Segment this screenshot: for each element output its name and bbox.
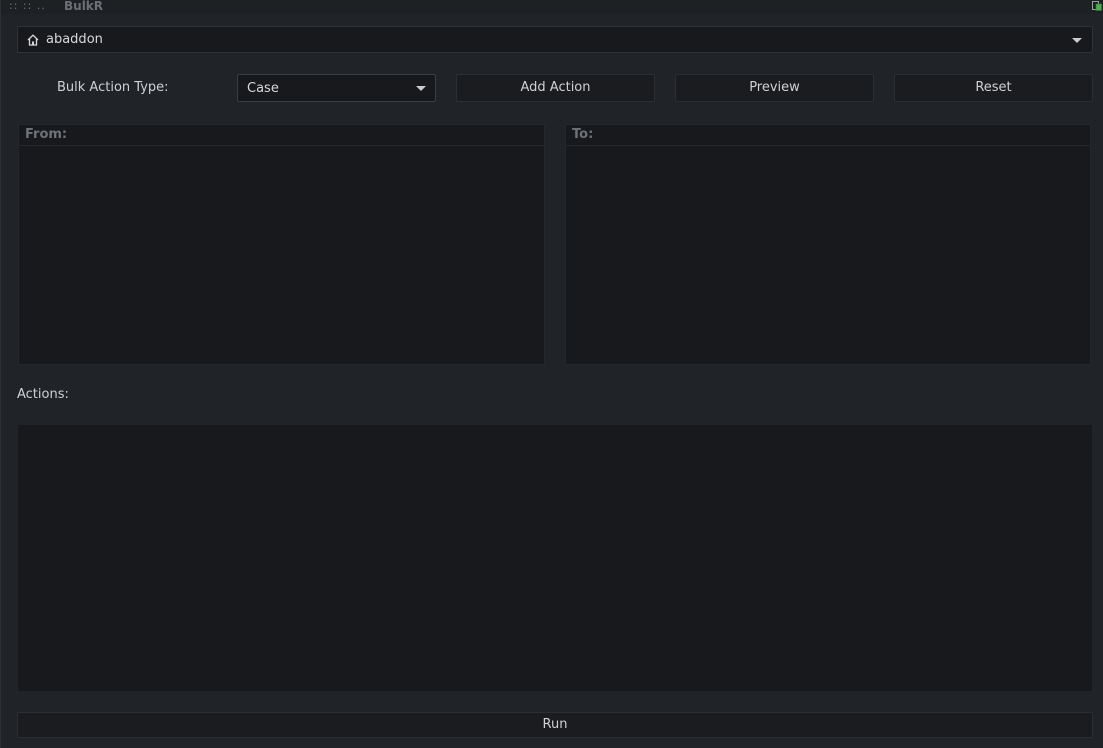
to-list[interactable]: To: xyxy=(565,124,1091,365)
app-icon[interactable] xyxy=(1092,1,1102,11)
to-header[interactable]: To: xyxy=(566,125,1090,146)
window-grip[interactable]: :: :: .. xyxy=(9,0,46,12)
run-button[interactable]: Run xyxy=(17,712,1093,738)
bulk-action-type-value: Case xyxy=(247,81,279,96)
bulk-action-type-label: Bulk Action Type: xyxy=(57,80,169,95)
title-bar[interactable]: :: :: .. BulkR xyxy=(1,0,1103,14)
from-list[interactable]: From: xyxy=(18,124,545,365)
actions-list[interactable] xyxy=(17,424,1093,692)
bulk-action-type-select[interactable]: Case xyxy=(237,74,436,102)
preview-button[interactable]: Preview xyxy=(675,74,874,102)
add-action-button[interactable]: Add Action xyxy=(456,74,655,102)
bulkr-window: :: :: .. BulkR abaddon Bulk Action Type:… xyxy=(0,0,1103,748)
path-combobox[interactable]: abaddon xyxy=(17,26,1093,53)
path-value: abaddon xyxy=(46,32,103,47)
home-icon xyxy=(27,34,39,46)
chevron-down-icon[interactable] xyxy=(1072,38,1082,43)
reset-button[interactable]: Reset xyxy=(894,74,1093,102)
chevron-down-icon[interactable] xyxy=(416,86,426,91)
actions-label: Actions: xyxy=(17,387,69,402)
from-header[interactable]: From: xyxy=(19,125,544,146)
window-title: BulkR xyxy=(64,0,104,13)
